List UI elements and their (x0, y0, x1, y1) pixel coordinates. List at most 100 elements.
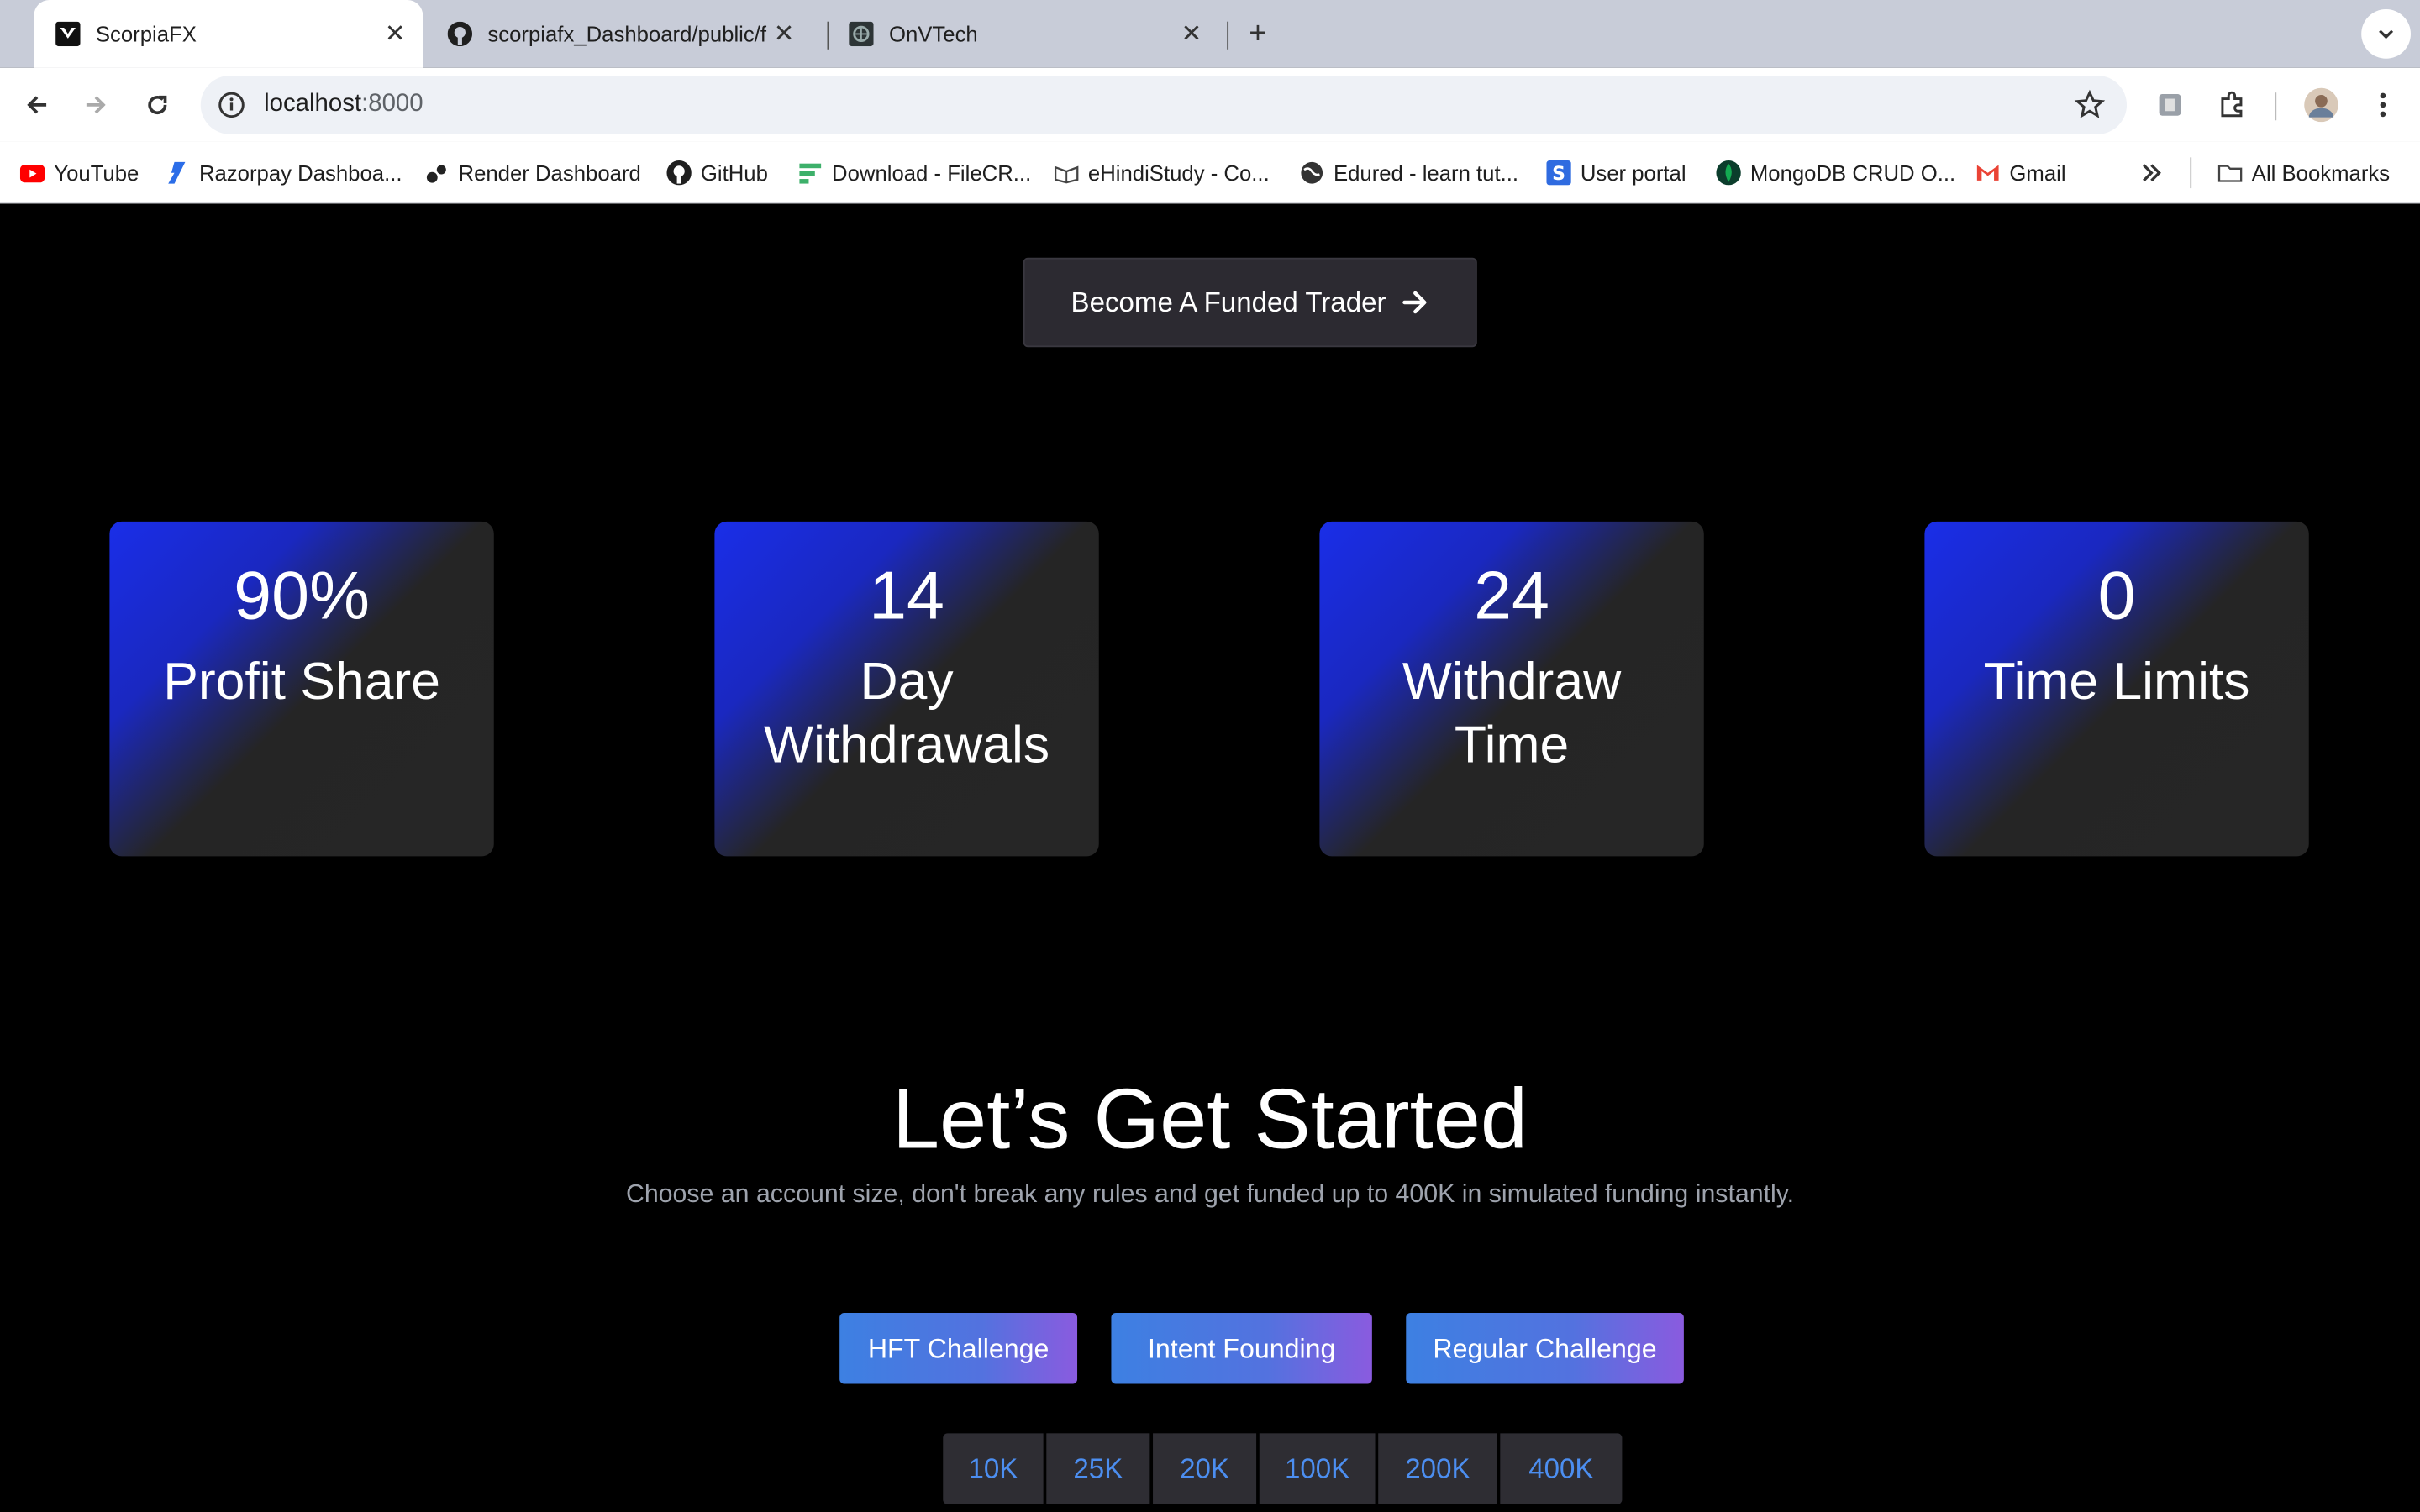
tab-onvtech[interactable]: OnVTech ✕ (827, 0, 1219, 68)
bookmark-ehindistudy[interactable]: eHindiStudy - Co... (1054, 157, 1270, 188)
scorpiafx-favicon-icon (55, 21, 81, 47)
site-info-icon[interactable] (213, 87, 250, 123)
extension-icon[interactable] (2151, 87, 2188, 123)
tab-search-button[interactable] (2361, 9, 2411, 59)
tab-title: ScorpiaFX (95, 21, 197, 47)
chevron-down-icon (2379, 29, 2394, 39)
tab-title: OnVTech (888, 21, 978, 47)
bookmark-render[interactable]: Render Dashboard (424, 157, 641, 188)
size-option-200k[interactable]: 200K (1378, 1433, 1497, 1504)
hft-challenge-button[interactable]: HFT Challenge (839, 1313, 1078, 1384)
youtube-icon (19, 160, 45, 185)
back-arrow-icon (27, 96, 47, 114)
arrow-right-icon (1402, 291, 1427, 314)
stat-number: 24 (1474, 558, 1550, 634)
bookmark-label: User portal (1580, 160, 1686, 186)
size-option-20k[interactable]: 20K (1153, 1433, 1257, 1504)
bookmark-edured[interactable]: Edured - learn tut... (1300, 157, 1519, 188)
tab-github[interactable]: scorpiafx_Dashboard/public/f ✕ (426, 0, 818, 68)
section-subheading: Choose an account size, don't break any … (625, 1180, 1795, 1209)
all-bookmarks-button[interactable]: All Bookmarks (2217, 157, 2390, 188)
bookmark-label: eHindiStudy - Co... (1087, 160, 1270, 186)
url-host: localhost (264, 91, 362, 118)
address-bar[interactable]: localhost:8000 (200, 76, 2128, 134)
stat-label: Withdraw Time (1402, 652, 1622, 775)
bookmark-razorpay[interactable]: Razorpay Dashboa... (166, 157, 402, 188)
back-button[interactable] (15, 83, 58, 126)
close-tab-icon[interactable]: ✕ (1176, 18, 1207, 50)
url-port: :8000 (361, 91, 424, 118)
cta-label: Become A Funded Trader (1071, 286, 1386, 318)
page-content: Become A Funded Trader 90% Profit Share … (0, 203, 2420, 1512)
chevron-double-right-icon (2139, 160, 2164, 185)
globe-icon (1300, 160, 1324, 185)
regular-challenge-button[interactable]: Regular Challenge (1406, 1313, 1684, 1384)
toolbar-divider (2275, 92, 2277, 121)
reload-button[interactable] (136, 83, 179, 126)
razorpay-icon (166, 160, 190, 185)
section-heading: Let’s Get Started (892, 1070, 1528, 1167)
bookmarks-bar: YouTube Razorpay Dashboa... Render Dashb… (0, 141, 2420, 204)
svg-text:S: S (1552, 164, 1565, 185)
stat-number: 0 (2097, 558, 2136, 634)
size-option-400k[interactable]: 400K (1500, 1433, 1623, 1504)
size-option-10k[interactable]: 10K (943, 1433, 1044, 1504)
stat-card-profit-share: 90% Profit Share (109, 521, 494, 857)
gmail-icon (1975, 160, 2000, 185)
stat-label: Time Limits (1983, 652, 2250, 711)
close-tab-icon[interactable]: ✕ (769, 18, 800, 50)
browser-toolbar: localhost:8000 (0, 67, 2420, 142)
bookmark-star-icon[interactable] (2074, 89, 2106, 121)
mongodb-icon (1716, 160, 1741, 186)
bookmark-youtube[interactable]: YouTube (19, 157, 139, 188)
forward-arrow-icon (86, 96, 106, 114)
tab-scorpiafx[interactable]: ScorpiaFX ✕ (34, 0, 424, 68)
url-text: localhost:8000 (264, 91, 424, 118)
stat-label: Day Withdrawals (764, 652, 1050, 775)
bookmark-label: Render Dashboard (458, 160, 641, 186)
size-option-25k[interactable]: 25K (1046, 1433, 1150, 1504)
bookmark-label: Razorpay Dashboa... (198, 160, 402, 186)
bookmarks-divider (2190, 157, 2192, 189)
bookmark-label: MongoDB CRUD O... (1749, 160, 1956, 186)
onvtech-favicon-icon (849, 21, 874, 47)
size-option-100k[interactable]: 100K (1259, 1433, 1376, 1504)
forward-button[interactable] (74, 83, 117, 126)
tab-strip: ScorpiaFX ✕ scorpiafx_Dashboard/public/f… (0, 0, 2420, 68)
tab-divider (1227, 21, 1229, 50)
profile-avatar[interactable] (2302, 87, 2339, 123)
stat-label: Profit Share (163, 652, 440, 711)
browser-menu-icon[interactable] (2365, 87, 2402, 123)
folder-icon (2217, 160, 2243, 185)
new-tab-button[interactable]: + (1239, 15, 1276, 52)
bookmark-label: Gmail (2009, 160, 2066, 186)
bookmark-label: GitHub (700, 160, 768, 186)
user-portal-icon: S (1546, 160, 1571, 186)
ehindistudy-icon (1054, 160, 1079, 185)
tab-title: scorpiafx_Dashboard/public/f (487, 21, 767, 47)
github-icon (666, 160, 692, 186)
account-size-selector: 10K 25K 20K 100K 200K 400K (943, 1433, 1623, 1504)
bookmark-github[interactable]: GitHub (666, 157, 768, 188)
extensions-puzzle-icon[interactable] (2213, 87, 2250, 123)
more-bookmarks-button[interactable] (2139, 157, 2173, 188)
stat-card-time-limits: 0 Time Limits (1924, 521, 2309, 857)
reload-icon (148, 95, 167, 115)
bookmark-user-portal[interactable]: S User portal (1546, 157, 1686, 188)
bookmark-label: Download - FileCR... (832, 160, 1032, 186)
stat-number: 14 (869, 558, 945, 634)
close-tab-icon[interactable]: ✕ (380, 18, 411, 50)
bookmark-filecr[interactable]: Download - FileCR... (798, 157, 1032, 188)
bookmark-gmail[interactable]: Gmail (1975, 157, 2066, 188)
stat-card-day-withdrawals: 14 Day Withdrawals (714, 521, 1099, 857)
bookmark-mongodb[interactable]: MongoDB CRUD O... (1716, 157, 1955, 188)
intent-founding-button[interactable]: Intent Founding (1111, 1313, 1372, 1384)
filecr-icon (798, 160, 823, 185)
stat-card-withdraw-time: 24 Withdraw Time (1319, 521, 1704, 857)
all-bookmarks-label: All Bookmarks (2251, 160, 2391, 186)
github-favicon-icon (447, 21, 473, 47)
bookmark-label: Edured - learn tut... (1333, 160, 1519, 186)
become-funded-trader-button[interactable]: Become A Funded Trader (1023, 257, 1477, 348)
stat-number: 90% (234, 558, 370, 634)
bookmark-label: YouTube (54, 160, 139, 186)
